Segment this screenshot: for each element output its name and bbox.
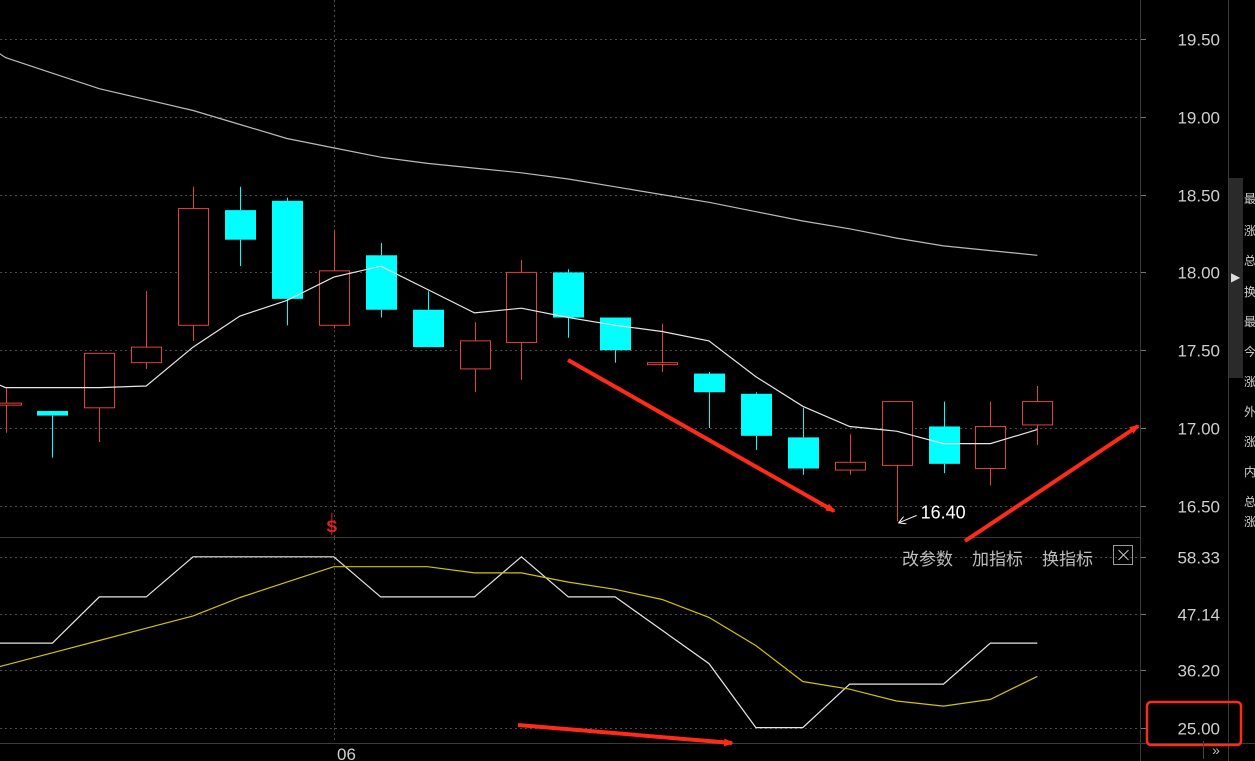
price-tick-label: 19.50: [1177, 31, 1220, 50]
indicator-tick-label: 36.20: [1177, 662, 1220, 681]
candle-body: [366, 255, 397, 310]
side-panel-glyph: 涨: [1244, 375, 1255, 389]
candle-body: [788, 437, 819, 469]
side-panel-glyph: 最: [1244, 315, 1255, 329]
indicator-tick-label: 25.00: [1177, 720, 1220, 739]
scroll-arrow-icon[interactable]: ▶: [1231, 270, 1240, 284]
side-panel-glyph: 涨: [1244, 224, 1255, 238]
price-panel-bg: [0, 0, 1140, 537]
up-candle: [178, 186, 209, 341]
candle-body: [84, 352, 115, 409]
candle-body: [460, 340, 491, 370]
indicator-tick-label: 47.14: [1177, 606, 1220, 625]
x-axis-labels: 06: [337, 745, 356, 761]
price-tick-label: 17.00: [1177, 420, 1220, 439]
candle-body: [225, 210, 256, 240]
side-panel-glyph: 最: [1244, 192, 1255, 206]
price-tick-label: 19.00: [1177, 109, 1220, 128]
side-panel-glyph: 内: [1244, 465, 1255, 479]
change-params-button[interactable]: 改参数: [902, 545, 953, 570]
candle-body: [506, 271, 537, 343]
candle-body: [319, 270, 350, 326]
price-tick-label: 18.50: [1177, 187, 1220, 206]
side-panel-glyph: 涨: [1244, 435, 1255, 449]
candle-body: [553, 272, 584, 318]
x-tick-label: 06: [337, 745, 356, 761]
switch-indicator-button[interactable]: 换指标: [1042, 545, 1093, 570]
add-indicator-button[interactable]: 加指标: [972, 545, 1023, 570]
side-panel-glyph: 涨: [1244, 515, 1255, 529]
side-panel-glyph: 换: [1244, 285, 1255, 299]
candle-body: [37, 410, 68, 416]
indicator-tick-label: 58.33: [1177, 549, 1220, 568]
chart-canvas: 16.50 17.00 17.50 18.00 18.50 19.00 19.50 25.0…: [0, 0, 1255, 761]
expand-icon[interactable]: »: [1203, 741, 1228, 759]
candle-body: [741, 393, 772, 436]
candle-body: [272, 200, 303, 299]
candle-body: [975, 425, 1006, 470]
candle-body: [929, 426, 960, 464]
low-price-label: 16.40: [921, 502, 966, 522]
price-tick-label: 17.50: [1177, 342, 1220, 361]
candle-body: [413, 309, 444, 348]
candle-body: [0, 402, 22, 406]
close-indicator-icon[interactable]: [1113, 545, 1133, 565]
indicator-panel-bg: [0, 538, 1140, 743]
price-tick-label: 18.00: [1177, 264, 1220, 283]
side-panel-glyph: 今: [1244, 345, 1255, 359]
candle-body: [600, 317, 631, 351]
candle-body: [1022, 401, 1053, 426]
side-panel-glyph: 总: [1244, 495, 1255, 509]
side-panel-glyph: 总: [1244, 254, 1255, 268]
price-tick-label: 16.50: [1177, 498, 1220, 517]
candle-body: [647, 362, 678, 366]
candle-body: [178, 208, 209, 326]
candle-body: [131, 346, 162, 364]
candle-body: [694, 373, 725, 393]
indicator-axis-labels: 25.00 36.20 47.14 58.33: [1177, 549, 1220, 739]
side-panel-glyph: 外: [1244, 405, 1255, 419]
price-axis-labels: 16.50 17.00 17.50 18.00 18.50 19.00 19.50: [1177, 31, 1220, 517]
candle-body: [835, 461, 866, 471]
candle-body: [882, 401, 913, 466]
